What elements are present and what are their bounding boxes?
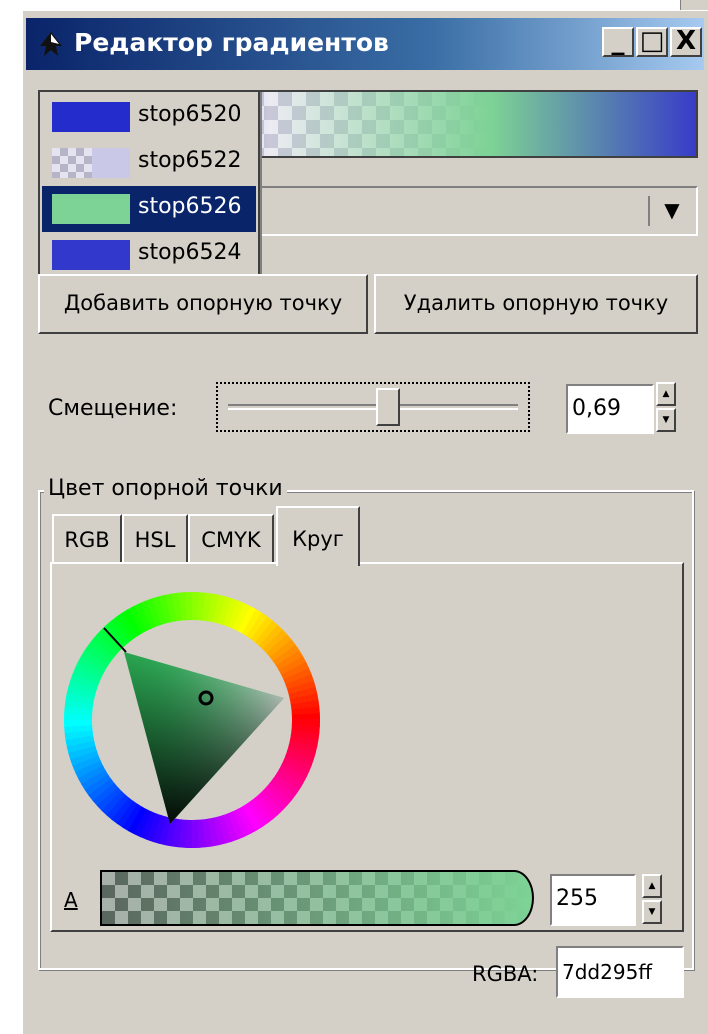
stop-color-legend: Цвет опорной точки	[44, 476, 287, 501]
tab-cmyk[interactable]: CMYK	[188, 514, 274, 564]
tab-label: CMYK	[201, 528, 261, 552]
stop-dropdown-list[interactable]: stop6520 stop6522 stop6526 stop6524	[38, 90, 260, 286]
offset-spin-down[interactable]: ▼	[656, 408, 676, 432]
triangle-up-icon: ▲	[662, 389, 670, 399]
maximize-button[interactable]: □	[636, 27, 668, 57]
tab-hsl[interactable]: HSL	[122, 514, 188, 564]
alpha-spin-down[interactable]: ▼	[642, 900, 662, 924]
stop-list-item[interactable]: stop6522	[42, 140, 256, 186]
stop-label: stop6520	[138, 102, 242, 127]
offset-label: Смещение:	[48, 396, 178, 421]
triangle-down-icon[interactable]: ▼	[654, 194, 690, 228]
tab-label: Круг	[292, 527, 344, 551]
slider-thumb[interactable]	[375, 388, 400, 426]
offset-value: 0,69	[572, 396, 621, 421]
color-wheel[interactable]	[64, 574, 324, 874]
tab-label: HSL	[134, 528, 176, 552]
minimize-button[interactable]: _	[602, 27, 634, 57]
triangle-up-icon: ▲	[648, 881, 656, 891]
stop-color-swatch	[52, 240, 130, 270]
triangle-down-icon: ▼	[662, 415, 670, 425]
close-icon: X	[675, 26, 697, 56]
add-stop-label: Добавить опорную точку	[63, 291, 343, 315]
stop-label: stop6522	[138, 148, 242, 173]
close-button[interactable]: X	[670, 27, 702, 57]
title-bar[interactable]: Редактор градиентов _ □ X	[26, 18, 704, 70]
stop-label: stop6524	[138, 240, 242, 265]
offset-input[interactable]: 0,69	[566, 384, 654, 434]
slider-track	[228, 404, 518, 410]
tab-rgb[interactable]: RGB	[52, 514, 122, 564]
minimize-icon: _	[611, 26, 625, 56]
rgba-value: 7dd295ff	[562, 960, 653, 984]
offset-slider[interactable]	[216, 382, 530, 432]
alpha-label: A	[64, 888, 78, 912]
stop-color-swatch	[52, 102, 130, 132]
stop-color-swatch	[52, 148, 130, 178]
rgba-label: RGBA:	[472, 962, 539, 986]
stop-color-swatch	[52, 194, 130, 224]
add-stop-button[interactable]: Добавить опорную точку	[38, 274, 368, 334]
triangle-down-icon: ▼	[648, 907, 656, 917]
stop-label: stop6526	[138, 194, 242, 219]
stop-list-item-selected[interactable]: stop6526	[42, 186, 256, 232]
alpha-input[interactable]: 255	[550, 874, 636, 926]
stop-list-item[interactable]: stop6520	[42, 94, 256, 140]
alpha-spin-up[interactable]: ▲	[642, 874, 662, 898]
tab-label: RGB	[64, 528, 110, 552]
tab-wheel[interactable]: Круг	[276, 506, 360, 566]
window-title: Редактор градиентов	[74, 28, 389, 57]
delete-stop-label: Удалить опорную точку	[403, 291, 669, 315]
maximize-icon: □	[639, 26, 665, 56]
offset-spin-up[interactable]: ▲	[656, 382, 676, 406]
alpha-value: 255	[556, 886, 598, 911]
stop-list-item[interactable]: stop6524	[42, 232, 256, 278]
inkscape-icon	[40, 32, 62, 56]
alpha-slider[interactable]	[100, 870, 534, 926]
delete-stop-button[interactable]: Удалить опорную точку	[374, 274, 698, 334]
rgba-input[interactable]: 7dd295ff	[556, 946, 684, 998]
